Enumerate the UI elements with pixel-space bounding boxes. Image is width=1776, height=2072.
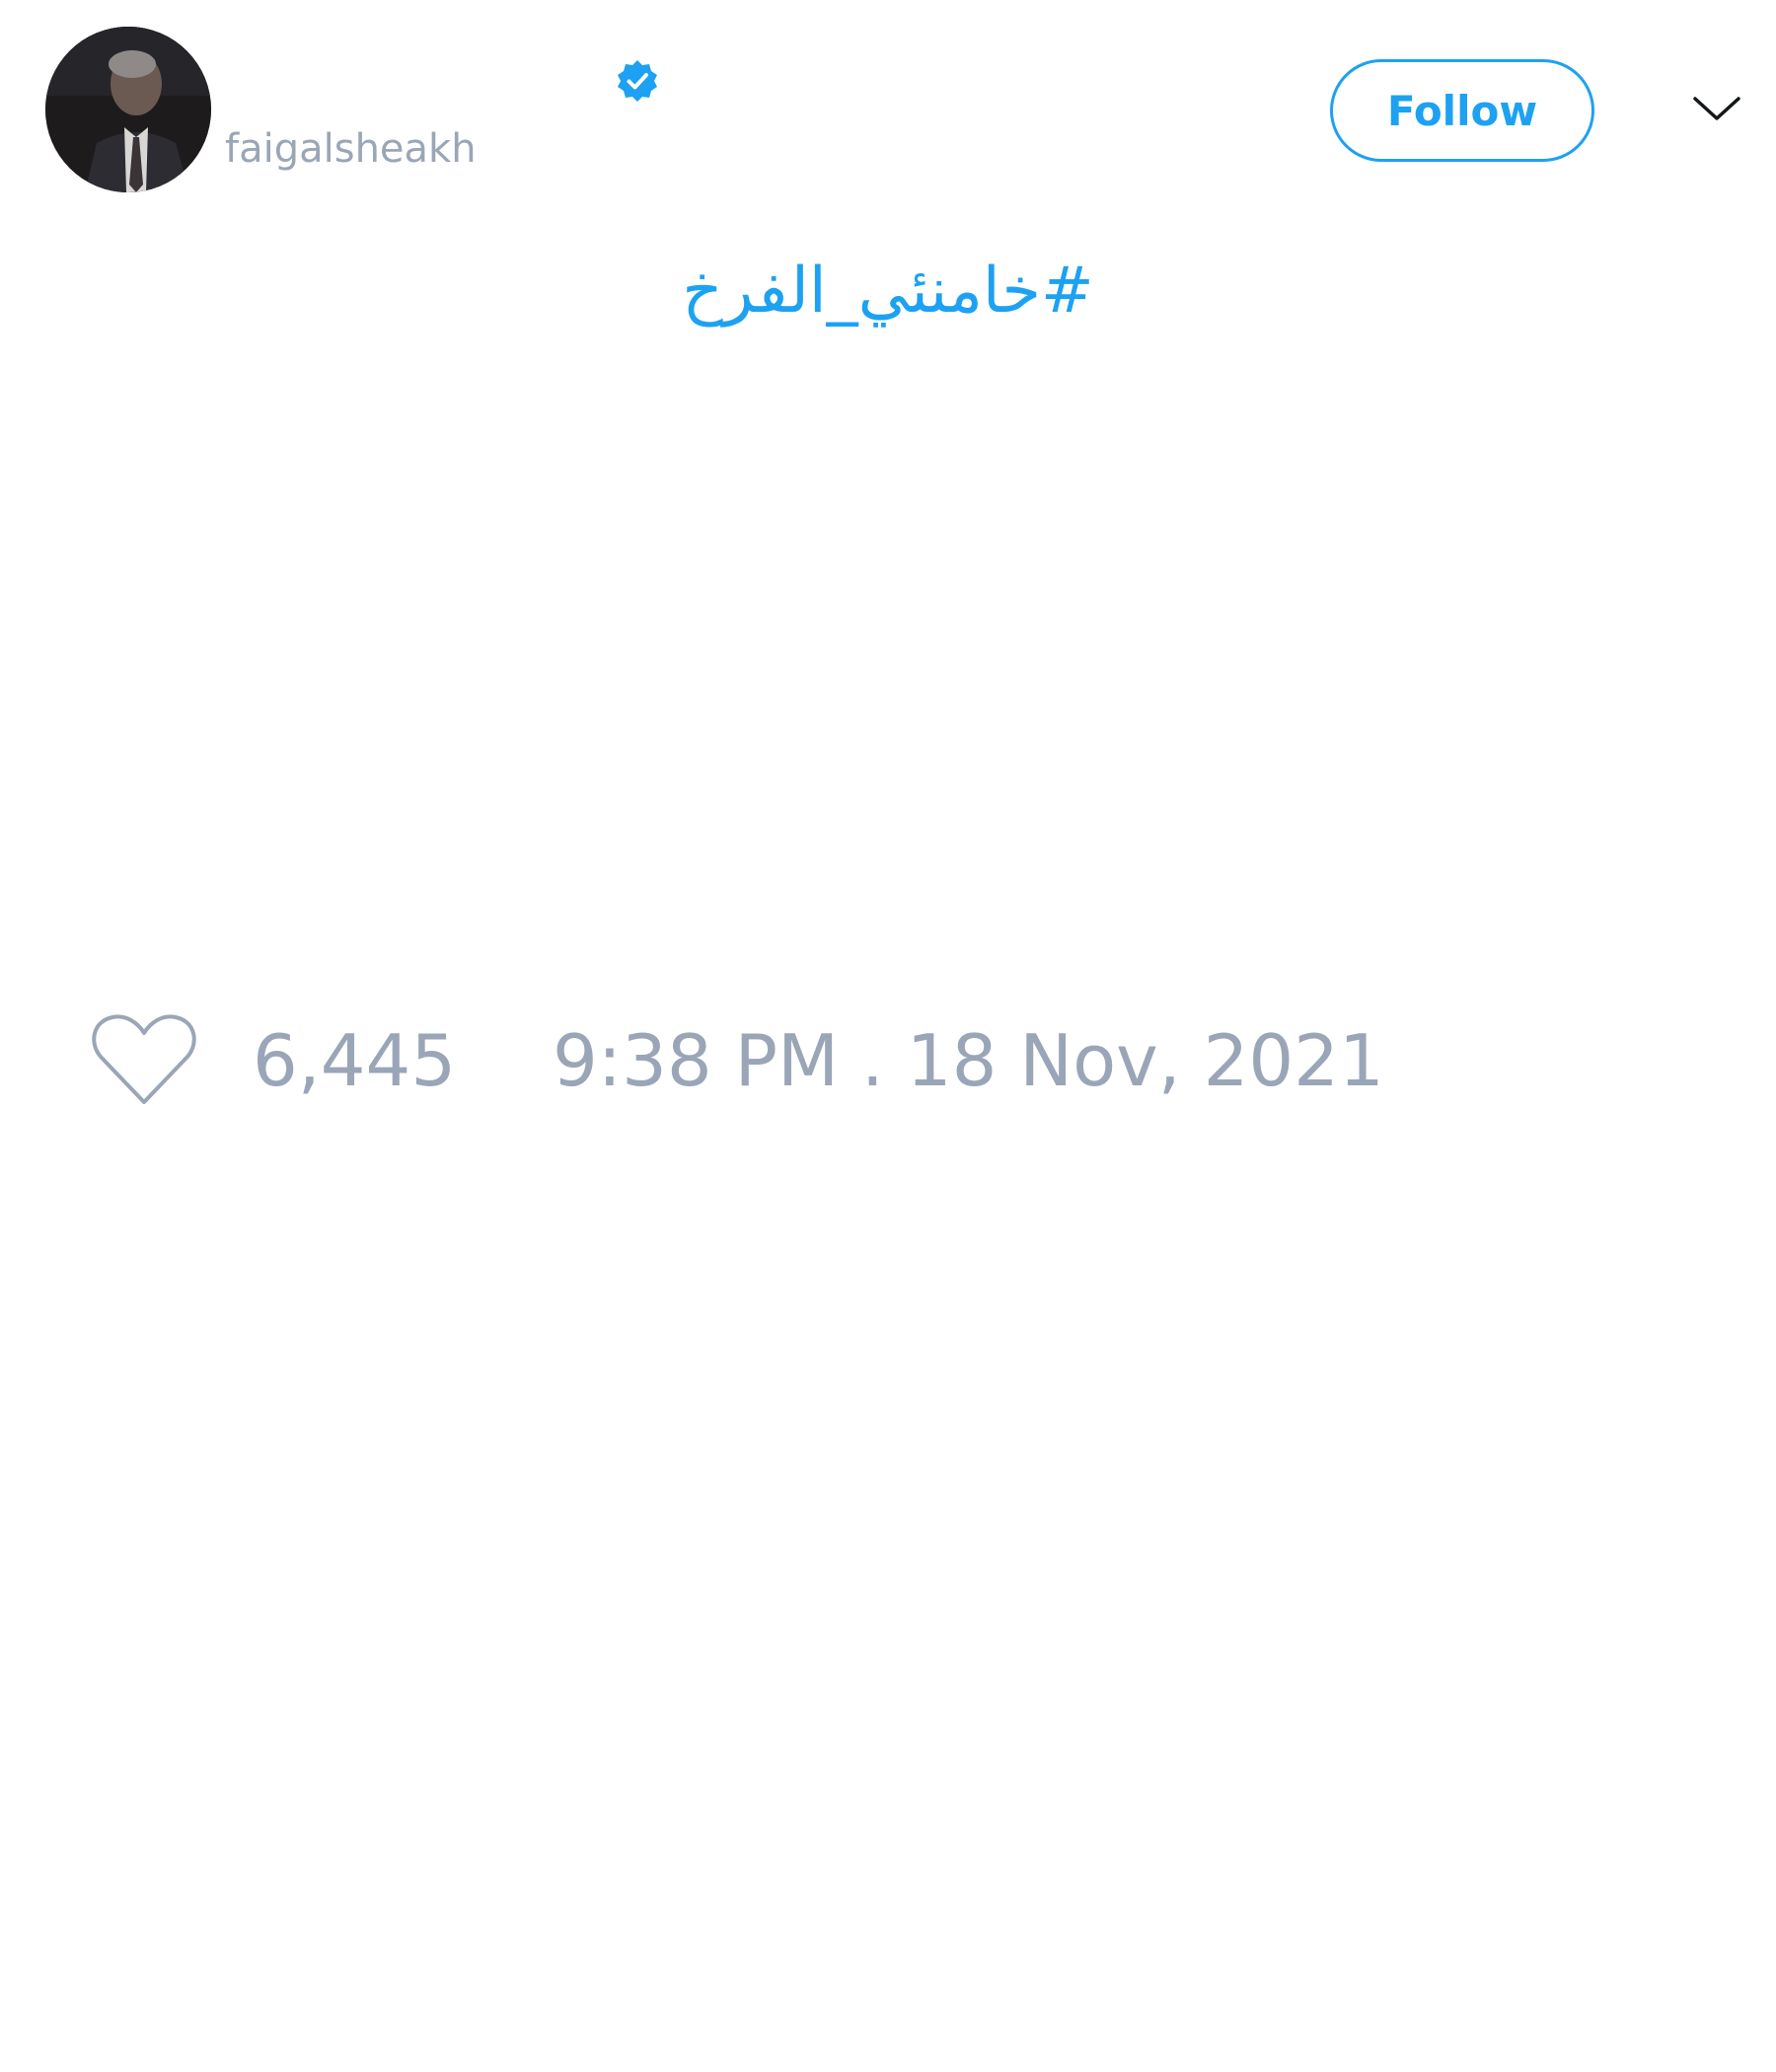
- verified-badge-icon: [618, 60, 657, 102]
- avatar-photo: [45, 27, 211, 192]
- hashtag-link[interactable]: #خامنئي_الفرخ: [682, 255, 1093, 328]
- tweet-embed: faigalsheakh Follow #خامنئي_الفرخ 6,445 …: [0, 0, 1776, 2072]
- timestamp[interactable]: 9:38 PM . 18 Nov, 2021: [553, 1016, 1384, 1105]
- tweet-text: #خامنئي_الفرخ: [0, 247, 1776, 335]
- username[interactable]: faigalsheakh: [225, 126, 477, 172]
- chevron-down-icon[interactable]: [1689, 89, 1744, 128]
- avatar[interactable]: [45, 27, 211, 192]
- follow-button[interactable]: Follow: [1330, 59, 1594, 162]
- heart-icon[interactable]: [89, 1011, 199, 1110]
- like-count: 6,445: [253, 1019, 457, 1102]
